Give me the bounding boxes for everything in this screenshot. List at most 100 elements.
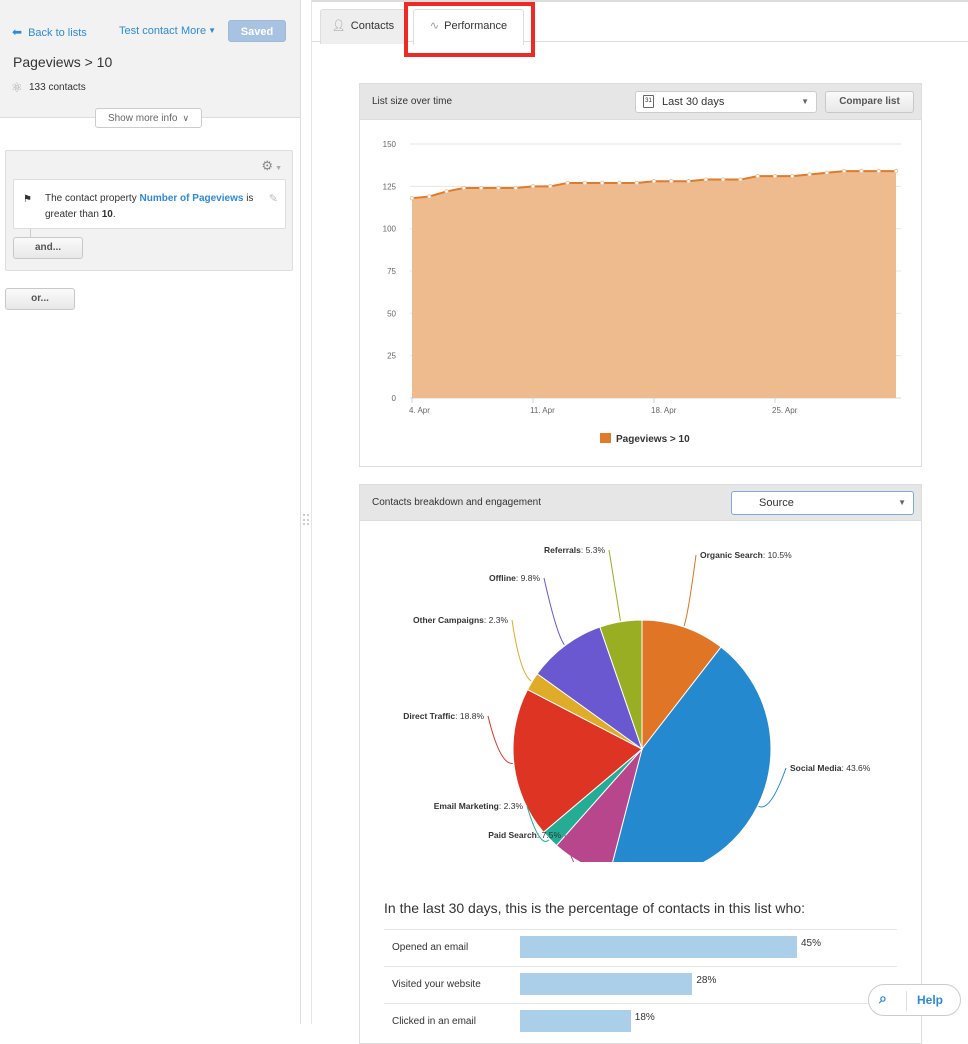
pie-label-name: Offline xyxy=(489,573,516,583)
pie-label-name: Other Campaigns xyxy=(413,615,484,625)
list-size-title: List size over time xyxy=(372,96,453,107)
help-label[interactable]: Help xyxy=(917,993,943,1007)
x-tick-label: 18. Apr xyxy=(651,406,677,415)
data-point[interactable] xyxy=(755,173,760,179)
data-point[interactable] xyxy=(876,168,881,174)
pie-label-unit: % xyxy=(863,763,871,773)
x-tick-label: 4. Apr xyxy=(409,406,430,415)
filter-group: ⚙ ▼ ⚑ The contact property Number of Page… xyxy=(5,150,293,271)
data-point[interactable] xyxy=(496,185,501,191)
back-to-lists-link[interactable]: ⬅︎ Back to lists xyxy=(12,25,87,39)
pencil-icon[interactable]: ✎ xyxy=(269,191,278,207)
or-button[interactable]: or... xyxy=(5,288,75,310)
data-point[interactable] xyxy=(790,173,795,179)
pie-label: Referrals: 5.3% xyxy=(544,545,605,555)
data-point[interactable] xyxy=(565,180,570,186)
y-tick-label: 100 xyxy=(383,225,397,234)
data-point[interactable] xyxy=(513,185,518,191)
engagement-label: Clicked in an email xyxy=(392,1016,476,1027)
atom-icon: ⚛ xyxy=(11,80,23,95)
resize-handle[interactable] xyxy=(303,514,309,526)
saved-button[interactable]: Saved xyxy=(228,20,286,42)
test-contact-link[interactable]: Test contact xyxy=(119,25,178,37)
data-point[interactable] xyxy=(841,168,847,174)
y-tick-label: 125 xyxy=(383,182,397,191)
tab-contacts-label: Contacts xyxy=(350,20,395,32)
list-size-panel: List size over time 31 Last 30 days ▼ Co… xyxy=(359,83,922,467)
data-point[interactable] xyxy=(738,177,743,182)
data-point[interactable] xyxy=(669,179,674,184)
tab-bar: 👤︎ Contacts ∿ Performance xyxy=(312,0,968,57)
data-point[interactable] xyxy=(703,177,709,182)
data-point[interactable] xyxy=(582,180,588,186)
gear-icon: ⚙ xyxy=(261,158,274,173)
data-point[interactable] xyxy=(409,195,415,201)
pie-label: Paid Search: 7.5% xyxy=(488,830,561,840)
data-point[interactable] xyxy=(530,184,536,189)
breakdown-by-select[interactable]: Source ▼ xyxy=(731,491,914,515)
breakdown-by-value: Source xyxy=(759,497,794,509)
main-content: 👤︎ Contacts ∿ Performance List size over t… xyxy=(311,0,968,1044)
data-point[interactable] xyxy=(461,185,467,191)
pulse-icon: ∿ xyxy=(429,20,440,32)
chevron-down-icon: ∨ xyxy=(182,113,190,123)
pie-label: Social Media: 43.6% xyxy=(790,763,871,773)
help-widget[interactable]: ⌕ Help xyxy=(868,984,961,1016)
y-tick-label: 75 xyxy=(387,267,396,276)
pie-label-unit: % xyxy=(597,545,605,555)
pie-connector xyxy=(511,619,532,682)
legend-swatch xyxy=(600,433,611,443)
caret-down-icon: ▼ xyxy=(275,165,282,172)
engagement-row: Opened an email 45% xyxy=(384,929,897,966)
search-icon[interactable]: ⌕ xyxy=(879,990,887,1007)
date-range-select[interactable]: 31 Last 30 days ▼ xyxy=(635,91,817,113)
x-tick-label: 25. Apr xyxy=(772,406,798,415)
engagement-bar xyxy=(520,1010,631,1032)
data-point[interactable] xyxy=(478,185,484,191)
person-icon: 👤︎ xyxy=(331,20,346,32)
y-tick-label: 50 xyxy=(387,309,396,318)
calendar-icon: 31 xyxy=(643,95,654,108)
data-point[interactable] xyxy=(599,180,605,186)
tab-contacts[interactable]: 👤︎ Contacts xyxy=(320,9,406,44)
data-point[interactable] xyxy=(548,184,553,189)
more-menu[interactable]: More ▼ xyxy=(181,25,216,37)
filter-criterion[interactable]: ⚑ The contact property Number of Pagevie… xyxy=(13,179,286,229)
data-point[interactable] xyxy=(824,170,830,175)
filter-settings-menu[interactable]: ⚙ ▼ xyxy=(261,158,282,174)
back-arrow-icon: ⬅︎ xyxy=(12,25,23,39)
engagement-bar xyxy=(520,936,797,958)
data-point[interactable] xyxy=(634,180,639,186)
and-button[interactable]: and... xyxy=(13,237,83,259)
tab-performance-label: Performance xyxy=(444,20,508,32)
data-point[interactable] xyxy=(772,173,778,179)
compare-list-button[interactable]: Compare list xyxy=(825,91,914,113)
criterion-prefix: The contact property xyxy=(45,193,137,204)
data-point[interactable] xyxy=(427,194,432,199)
criterion-property[interactable]: Number of Pageviews xyxy=(140,193,244,204)
tab-performance[interactable]: ∿ Performance xyxy=(413,9,524,45)
data-point[interactable] xyxy=(686,179,691,184)
source-pie-chart: Organic Search: 10.5% Social Media: 43.6%… xyxy=(403,545,871,862)
chart-legend[interactable]: Pageviews > 10 xyxy=(600,433,690,445)
data-point[interactable] xyxy=(651,179,657,184)
data-point[interactable] xyxy=(444,189,449,194)
data-point[interactable] xyxy=(617,180,622,186)
data-point[interactable] xyxy=(807,172,812,177)
show-more-info-button[interactable]: Show more info ∨ xyxy=(95,108,202,128)
y-tick-label: 0 xyxy=(392,394,397,403)
pie-label-name: Direct Traffic xyxy=(403,711,455,721)
data-point[interactable] xyxy=(859,168,864,174)
engagement-title: In the last 30 days, this is the percent… xyxy=(384,900,806,916)
date-range-value: Last 30 days xyxy=(662,96,725,108)
pie-label-value: 9.8 xyxy=(521,573,533,583)
x-tick-label: 11. Apr xyxy=(530,406,555,415)
data-point[interactable] xyxy=(893,168,899,174)
back-label: Back to lists xyxy=(28,27,87,39)
y-tick-label: 25 xyxy=(387,352,396,361)
pie-label-unit: % xyxy=(476,711,484,721)
area-fill xyxy=(412,171,896,398)
pie-label-value: 5.3 xyxy=(586,545,598,555)
pie-label-value: 10.5 xyxy=(768,550,785,560)
data-point[interactable] xyxy=(720,177,726,182)
